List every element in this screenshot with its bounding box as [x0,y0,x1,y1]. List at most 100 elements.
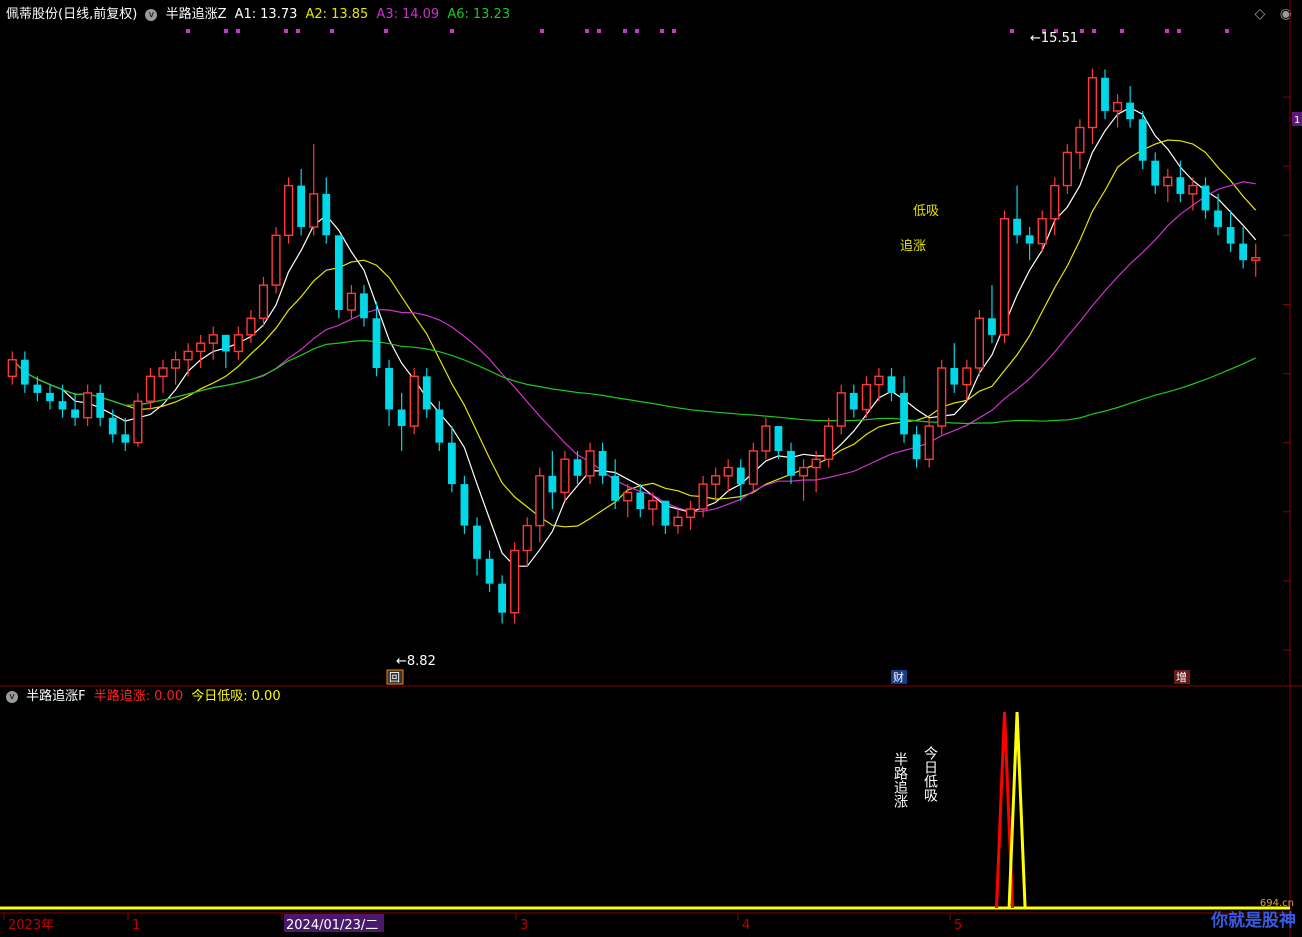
candle [736,459,745,501]
sub-dip-label: 今日低吸 [922,746,938,802]
candle-body [798,466,809,477]
candle-body [900,392,908,435]
candle-body [912,434,921,460]
candle [284,177,294,244]
candle-body [1037,218,1047,245]
candle-body [258,284,269,319]
candle-body [1138,119,1147,161]
candle [887,368,896,402]
badge-right-text: 增 [1176,670,1187,684]
candle-body [1188,184,1198,195]
ma6-line [11,339,1256,425]
x-tick-label: 1 [132,918,140,933]
candle-body [71,409,79,418]
candle [1101,69,1109,120]
candle [673,509,683,534]
candle [912,426,921,468]
dip-signal-label: 低吸 [913,204,939,219]
candle [322,177,331,244]
candle [83,384,93,427]
candle [7,351,17,385]
signal-dot [1177,29,1181,33]
chase-signal-label: 追涨 [900,238,926,254]
candle-body [208,334,218,344]
candle [937,359,947,435]
candle-body [535,475,545,527]
candle [849,384,858,418]
right-edge-tag-text: 1 [1294,115,1300,126]
candle-body [1239,243,1248,261]
candle-body [1251,257,1261,261]
candle-body [485,558,494,584]
candle-body [1214,210,1222,228]
candle-body [1087,77,1098,129]
candle-body [811,458,821,469]
candle-body [58,401,67,410]
signal-dot [585,29,589,33]
candle-body [334,235,343,310]
candle-body [7,359,17,378]
candle-body [196,342,206,353]
candle [46,384,54,410]
candle [510,542,520,624]
candle [924,417,934,468]
badge-left-text: 回 [389,671,400,684]
candle-body [1112,101,1123,112]
sub-chase-label: 半路追涨 [892,752,908,808]
candle-body [1101,77,1109,111]
signal-dot [384,29,388,33]
signal-dot [236,29,240,33]
candle [258,276,269,327]
candle-body [170,359,181,369]
candle-body [648,500,658,510]
candle [498,575,507,624]
candle [1087,68,1098,145]
candle-body [748,450,758,485]
candle-body [33,384,42,393]
candle [1075,119,1085,169]
candle [183,343,193,377]
candle [409,368,419,435]
candle-body [1176,177,1185,194]
candle [360,285,368,327]
signal-dot [330,29,334,33]
candle [711,467,721,501]
candle [1037,210,1047,252]
candle-body [510,549,520,614]
candle [748,442,758,493]
candle-body [937,367,947,427]
candle [473,517,481,576]
grid-lines [0,0,1302,937]
candle [233,326,243,360]
candle-body [158,367,168,378]
candle [346,285,356,319]
candle-body [522,524,532,552]
candle [636,484,645,518]
signal-dot [540,29,544,33]
candle [385,359,393,427]
signal-dot [224,29,228,33]
candle-body [698,483,708,510]
candle-body [787,450,795,476]
candle-body [46,392,54,402]
sub-indicator-panel [0,711,1290,910]
dip-spike [1007,711,1027,909]
candle-body [297,185,306,228]
candle [422,368,431,418]
candle [1163,168,1173,203]
candle-body [121,434,130,443]
stock-chart[interactable]: 2023年 1 2024/01/23/二 3 4 5 ←15.51 ←8.82 追涨 低吸… [0,0,1302,937]
signal-dot [1120,29,1124,33]
candle [950,343,959,393]
signal-dot [296,29,300,33]
candle [121,417,130,451]
candle-body [611,475,620,501]
candle-body [20,359,29,385]
candle [974,309,984,377]
candle-body [183,350,193,361]
candle-body [145,375,156,402]
candle-body [83,392,93,419]
candle-body [560,458,570,494]
candle-body [271,234,281,286]
candle-body [322,193,331,236]
